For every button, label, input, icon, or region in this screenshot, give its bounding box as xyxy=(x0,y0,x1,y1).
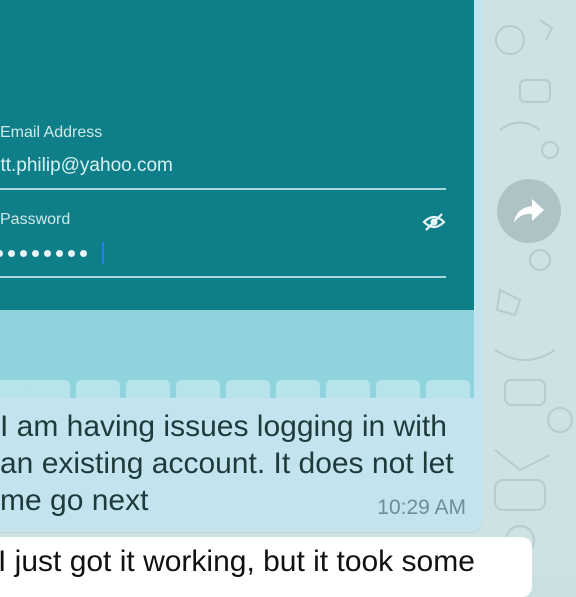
password-dot xyxy=(68,250,75,257)
keyboard-key xyxy=(226,380,270,398)
password-dot xyxy=(0,250,3,257)
password-dot xyxy=(8,250,15,257)
password-underline xyxy=(0,276,446,278)
password-dot xyxy=(56,250,63,257)
email-value: litt.philip@yahoo.com xyxy=(0,155,173,176)
password-masked-value xyxy=(0,250,87,257)
password-dot xyxy=(80,250,87,257)
forward-arrow-icon xyxy=(514,199,544,223)
password-dot xyxy=(44,250,51,257)
forward-button[interactable] xyxy=(497,179,561,243)
keyboard-key xyxy=(376,380,420,398)
keyboard-key xyxy=(76,380,120,398)
keyboard-key xyxy=(26,380,70,398)
incoming-message-bubble[interactable]: I just got it working, but it took some xyxy=(0,537,532,597)
password-label: Password xyxy=(0,211,71,228)
login-screenshot-image[interactable]: Email Address litt.philip@yahoo.com Pass… xyxy=(0,0,474,398)
outgoing-message-bubble[interactable]: Email Address litt.philip@yahoo.com Pass… xyxy=(0,0,482,532)
keyboard-key xyxy=(176,380,220,398)
email-underline xyxy=(0,188,446,190)
eye-off-icon xyxy=(422,212,446,237)
keyboard-key xyxy=(276,380,320,398)
keyboard-key xyxy=(126,380,170,398)
password-dot xyxy=(32,250,39,257)
text-caret xyxy=(102,242,104,264)
email-label: Email Address xyxy=(0,124,103,141)
password-dot xyxy=(20,250,27,257)
message-timestamp: 10:29 AM xyxy=(377,496,466,519)
message-text: I just got it working, but it took some xyxy=(0,545,475,578)
keyboard-key xyxy=(326,380,370,398)
keyboard-key xyxy=(426,380,470,398)
